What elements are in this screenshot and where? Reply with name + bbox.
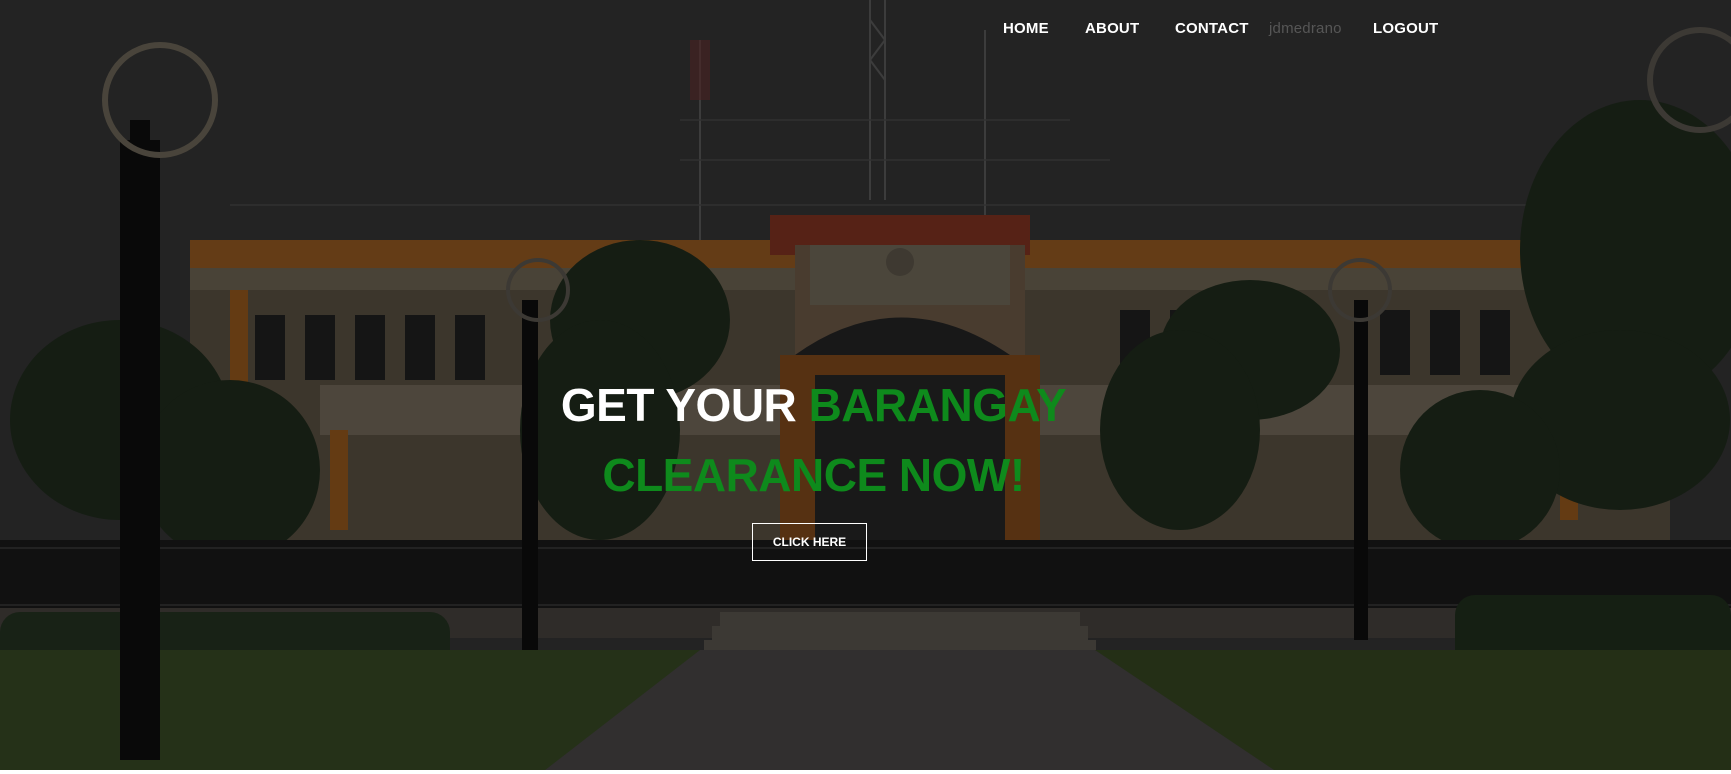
nav-contact-link[interactable]: CONTACT bbox=[1175, 20, 1249, 37]
headline-green-text: BARANGAY bbox=[808, 379, 1067, 431]
nav-logout-link[interactable]: LOGOUT bbox=[1373, 20, 1438, 37]
click-here-button[interactable]: CLICK HERE bbox=[752, 523, 867, 561]
nav-username: jdmedrano bbox=[1269, 20, 1342, 37]
hero-headline: GET YOUR BARANGAY CLEARANCE NOW! bbox=[0, 370, 1627, 510]
headline-second-line: CLEARANCE NOW! bbox=[602, 449, 1025, 501]
headline-white-text: GET YOUR bbox=[560, 379, 809, 431]
nav-about-link[interactable]: ABOUT bbox=[1085, 20, 1139, 37]
hero-section: HOME ABOUT CONTACT jdmedrano LOGOUT GET … bbox=[0, 0, 1731, 774]
nav-home-link[interactable]: HOME bbox=[1003, 20, 1049, 37]
page-bottom-edge bbox=[0, 770, 1731, 774]
